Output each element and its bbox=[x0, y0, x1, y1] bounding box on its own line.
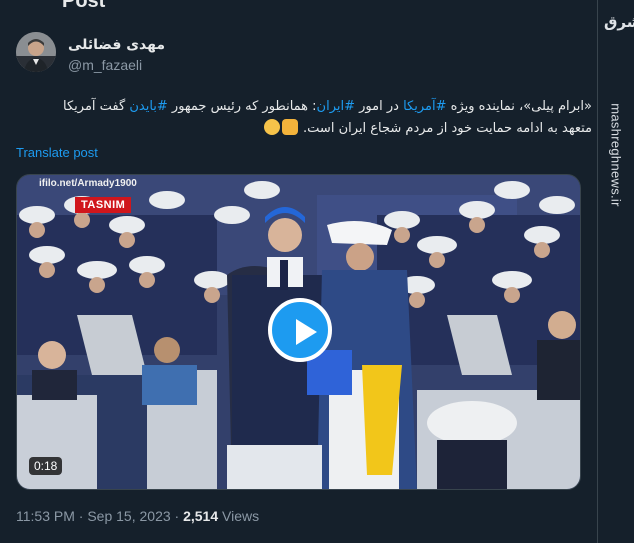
avatar-photo bbox=[16, 32, 56, 72]
post-time[interactable]: 11:53 PM bbox=[16, 508, 75, 524]
mashregh-logo: مشرق bbox=[602, 12, 634, 50]
page-title: Post bbox=[62, 0, 106, 12]
top-bar: Post bbox=[0, 0, 600, 14]
hashtag-america[interactable]: #آمریکا bbox=[403, 99, 446, 114]
avatar[interactable] bbox=[16, 32, 56, 72]
watermark-rail: مشرق mashreghnews.ir bbox=[597, 0, 634, 543]
tweet-text: «ابرام پیلی»، نماینده ویژه #آمریکا در ام… bbox=[16, 96, 592, 140]
emoji-group bbox=[263, 118, 299, 140]
tweet-line-2: متعهد به ادامه حمایت خود از مردم شجاع ای… bbox=[16, 118, 592, 140]
meta-separator: · bbox=[74, 508, 88, 524]
author-handle[interactable]: @m_fazaeli bbox=[68, 57, 142, 73]
tweet-line-1: «ابرام پیلی»، نماینده ویژه #آمریکا در ام… bbox=[16, 96, 592, 118]
watermark-url-text: mashreghnews.ir bbox=[608, 103, 624, 207]
hashtag-biden[interactable]: #بایدن bbox=[129, 99, 167, 114]
views-count: 2,514 bbox=[183, 508, 219, 524]
tweet-segment: «ابرام پیلی»، نماینده ویژه bbox=[446, 99, 592, 114]
tweet-segment: در امور bbox=[355, 99, 404, 114]
views-label: Views bbox=[218, 508, 260, 524]
post-date[interactable]: Sep 15, 2023 bbox=[87, 508, 170, 524]
point-down-emoji bbox=[282, 119, 299, 135]
thinking-emoji bbox=[264, 119, 281, 135]
meta-separator: · bbox=[170, 508, 184, 524]
post-meta: 11:53 PM · Sep 15, 2023 · 2,514 Views bbox=[16, 508, 259, 524]
mashregh-logo-text: مشرق bbox=[604, 13, 634, 31]
video-player[interactable]: ifilo.net/Armady1900 TASNIM 0:18 bbox=[16, 174, 581, 490]
tweet-segment: متعهد به ادامه حمایت خود از مردم شجاع ای… bbox=[303, 121, 592, 136]
tweet-segment: : همانطور که رئیس جمهور bbox=[167, 99, 317, 114]
translate-post-link[interactable]: Translate post bbox=[16, 145, 98, 160]
author-name[interactable]: مهدی فضائلی bbox=[68, 37, 165, 53]
hashtag-iran[interactable]: #ایران bbox=[317, 99, 355, 114]
play-button[interactable] bbox=[268, 298, 332, 362]
play-icon bbox=[296, 319, 317, 345]
channel-badge: TASNIM bbox=[75, 197, 132, 213]
video-source-tag: ifilo.net/Armady1900 bbox=[39, 178, 137, 189]
watermark-url: mashreghnews.ir bbox=[606, 60, 626, 250]
tweet-segment: گفت آمریکا bbox=[63, 99, 130, 114]
video-duration: 0:18 bbox=[29, 457, 63, 475]
